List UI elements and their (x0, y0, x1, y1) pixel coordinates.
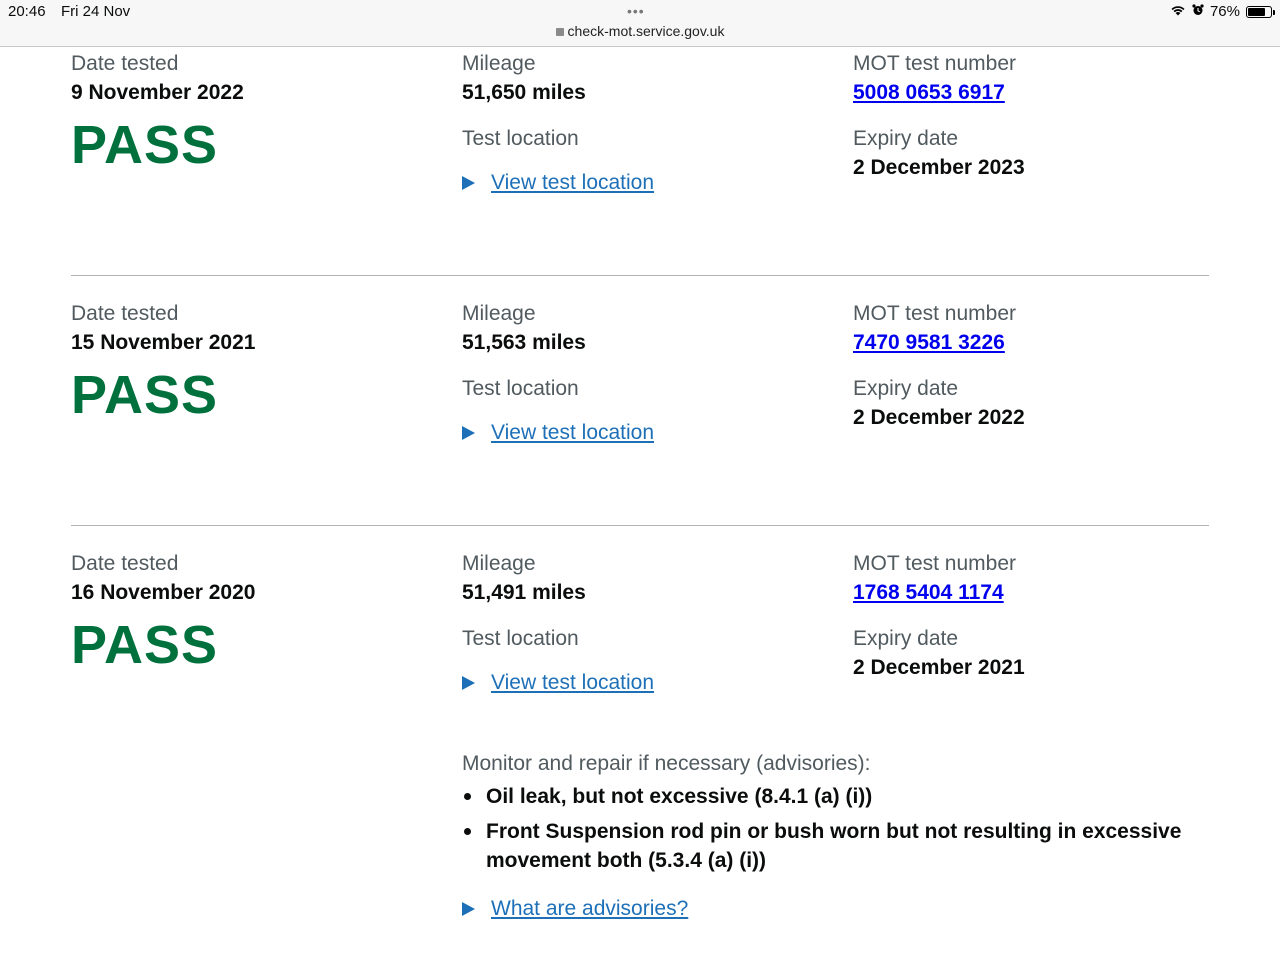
address-bar[interactable]: check-mot.service.gov.uk (0, 23, 1280, 39)
advisory-text: Front Suspension rod pin or bush worn bu… (486, 820, 1182, 872)
test-location-label: Test location (462, 127, 579, 150)
wifi-icon (1170, 4, 1186, 19)
mileage-location-column: Mileage 51,650 miles Test location View tes… (462, 52, 654, 195)
mileage-value: 51,491 miles (462, 581, 586, 604)
advisory-item: Oil leak, but not excessive (8.4.1 (a) (… (462, 782, 1222, 811)
mileage-label: Mileage (462, 552, 536, 575)
expand-triangle-icon (462, 902, 475, 916)
advisory-text: Oil leak, but not excessive (8.4.1 (a) (… (486, 785, 873, 808)
view-test-location-toggle[interactable]: View test location (462, 671, 654, 695)
date-tested-value: 15 November 2021 (71, 331, 256, 354)
lock-icon (555, 28, 564, 36)
view-test-location-toggle[interactable]: View test location (462, 421, 654, 445)
status-bar: 20:46 Fri 24 Nov ••• check-mot.service.g… (0, 0, 1280, 47)
mileage-location-column: Mileage 51,491 miles Test location View tes… (462, 552, 654, 695)
advisories-heading: Monitor and repair if necessary (advisor… (462, 752, 871, 775)
bullet-icon (464, 828, 471, 835)
date-result-column: Date tested 15 November 2021 PASS (71, 302, 255, 423)
test-result: PASS (71, 615, 219, 675)
view-test-location-toggle[interactable]: View test location (462, 171, 654, 195)
url-text: check-mot.service.gov.uk (567, 23, 725, 39)
mot-test-number-link[interactable]: 1768 5404 1174 (853, 581, 1004, 604)
what-are-advisories-toggle[interactable]: What are advisories? (462, 897, 1222, 921)
mot-test-number-link[interactable]: 7470 9581 3226 (853, 331, 1005, 354)
expand-triangle-icon (462, 426, 475, 440)
test-number-expiry-column: MOT test number 1768 5404 1174 Expiry date… (853, 552, 1025, 682)
view-test-location-link[interactable]: View test location (491, 671, 654, 695)
mileage-location-column: Mileage 51,563 miles Test location View tes… (462, 302, 654, 445)
mot-test-number-label: MOT test number (853, 52, 1016, 75)
advisories-list: Oil leak, but not excessive (8.4.1 (a) (… (462, 782, 1222, 875)
what-are-advisories-link[interactable]: What are advisories? (491, 897, 688, 921)
expiry-date-value: 2 December 2023 (853, 156, 1025, 179)
test-location-label: Test location (462, 627, 579, 650)
advisories-section: Monitor and repair if necessary (advisor… (462, 752, 1222, 921)
status-indicators: 76% (1170, 3, 1275, 20)
expiry-date-value: 2 December 2022 (853, 406, 1025, 429)
advisory-item: Front Suspension rod pin or bush worn bu… (462, 817, 1222, 875)
date-tested-label: Date tested (71, 552, 179, 575)
date-tested-label: Date tested (71, 302, 179, 325)
test-result: PASS (71, 115, 219, 175)
mot-test-number-label: MOT test number (853, 552, 1016, 575)
status-date: Fri 24 Nov (61, 3, 131, 20)
battery-percentage: 76% (1209, 3, 1240, 20)
expand-triangle-icon (462, 176, 475, 190)
multitasking-dots-icon[interactable]: ••• (627, 3, 645, 19)
bullet-icon (464, 793, 471, 800)
record-divider (71, 525, 1209, 526)
expiry-date-label: Expiry date (853, 127, 959, 150)
test-number-expiry-column: MOT test number 5008 0653 6917 Expiry date… (853, 52, 1025, 182)
battery-icon (1246, 5, 1275, 18)
date-tested-value: 9 November 2022 (71, 81, 244, 104)
date-result-column: Date tested 16 November 2020 PASS (71, 552, 255, 673)
date-tested-label: Date tested (71, 52, 179, 75)
mot-test-number-label: MOT test number (853, 302, 1016, 325)
mileage-value: 51,563 miles (462, 331, 586, 354)
mileage-value: 51,650 miles (462, 81, 586, 104)
expiry-date-label: Expiry date (853, 377, 959, 400)
status-time: 20:46 (8, 3, 46, 20)
mileage-label: Mileage (462, 302, 536, 325)
test-result: PASS (71, 365, 219, 425)
view-test-location-link[interactable]: View test location (491, 171, 654, 195)
mot-test-number-link[interactable]: 5008 0653 6917 (853, 81, 1005, 104)
view-test-location-link[interactable]: View test location (491, 421, 654, 445)
test-location-label: Test location (462, 377, 579, 400)
date-tested-value: 16 November 2020 (71, 581, 256, 604)
date-result-column: Date tested 9 November 2022 PASS (71, 52, 244, 173)
expiry-date-label: Expiry date (853, 627, 959, 650)
test-number-expiry-column: MOT test number 7470 9581 3226 Expiry date… (853, 302, 1025, 432)
record-divider (71, 275, 1209, 276)
mileage-label: Mileage (462, 52, 536, 75)
alarm-icon (1192, 4, 1204, 19)
expand-triangle-icon (462, 676, 475, 690)
expiry-date-value: 2 December 2021 (853, 656, 1025, 679)
